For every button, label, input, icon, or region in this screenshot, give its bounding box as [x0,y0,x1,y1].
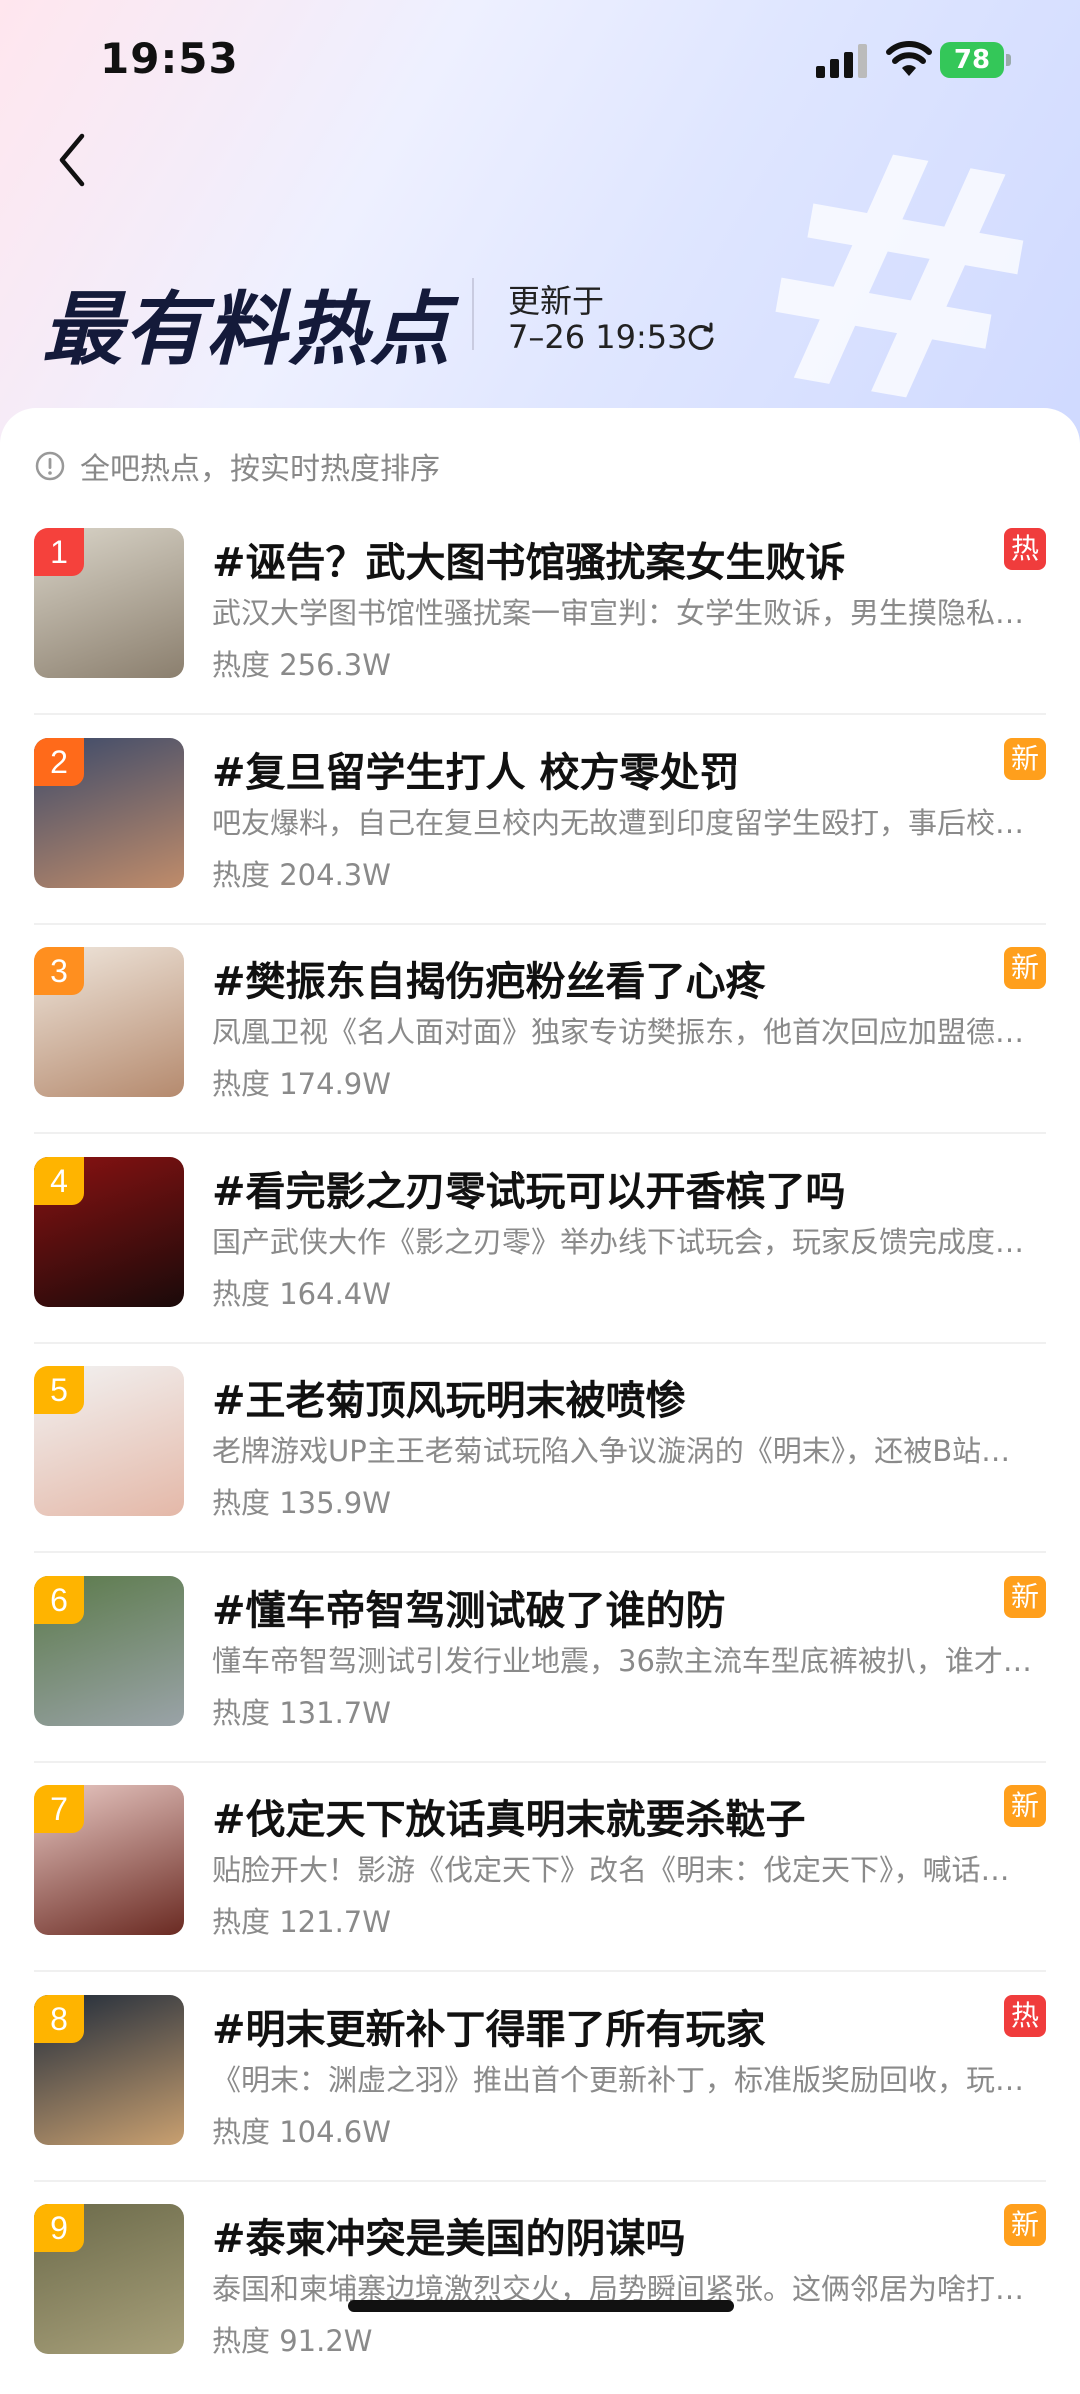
heat-value: 热度 91.2W [212,2324,373,2358]
item-title: #伐定天下放话真明末就要杀鞑子 [212,1797,806,1843]
info-circle-icon [35,451,65,481]
wifi-icon [886,41,932,76]
refresh-icon[interactable] [686,322,716,352]
item-divider [34,1551,1046,1553]
hot-badge: 热 [1004,528,1046,570]
info-row: 全吧热点，按实时热度排序 [34,444,440,488]
new-badge: 新 [1004,947,1046,989]
item-divider [34,922,1046,925]
item-divider [34,1341,1046,1344]
item-title: #樊振东自揭伤疤粉丝看了心疼 [212,959,766,1005]
thumbnail-image: 6 [34,1575,184,1726]
info-text: 全吧热点，按实时热度排序 [80,452,440,487]
battery-cap [1006,54,1011,66]
rank-badge: 1 [34,528,84,576]
list-item[interactable]: 4 #看完影之刃零试玩可以开香槟了吗国产武侠大作《影之刃零》举办线下试玩会，玩家反… [0,1137,1080,1347]
item-description: 懂车帝智驾测试引发行业地震，36款主流车型底裤被扒，谁才是真智驾… [212,1643,1032,1678]
update-label: 更新于 [508,282,605,320]
rank-badge: 5 [34,1366,84,1414]
rank-badge: 4 [34,1156,84,1205]
new-badge: 新 [1004,737,1046,780]
home-indicator[interactable] [348,2300,734,2312]
thumbnail-image: 1 [34,528,184,678]
cellular-signal-icon [816,44,867,78]
item-divider [34,713,1046,715]
list-item[interactable]: 7 #伐定天下放话真明末就要杀鞑子贴脸开大！影游《伐定天下》改名《明末：伐定天下》… [0,1765,1080,1975]
new-badge: 新 [1004,2204,1046,2246]
item-title: #看完影之刃零试玩可以开香槟了吗 [212,1168,846,1215]
status-bar: 19:53 78 [0,0,1080,120]
list-item[interactable]: 2 #复旦留学生打人 校方零处罚吧友爆料，自己在复旦校内无故遭到印度留学生殴打，事… [0,718,1080,928]
thumbnail-image: 4 [34,1156,184,1307]
hot-badge: 热 [1004,1994,1046,2037]
back-button[interactable] [50,128,94,192]
item-divider [34,1970,1046,1972]
item-title: #泰柬冲突是美国的阴谋吗 [212,2216,686,2262]
new-badge: 新 [1004,1575,1046,1618]
new-badge: 新 [1004,1785,1046,1827]
item-divider [34,1132,1046,1134]
title-divider [472,278,474,350]
item-title: #诬告？武大图书馆骚扰案女生败诉 [212,540,846,586]
status-time: 19:53 [100,34,239,83]
thumbnail-image: 3 [34,947,184,1097]
rank-badge: 8 [34,1994,84,2043]
item-title: #王老菊顶风玩明末被喷惨 [212,1378,686,1424]
thumbnail-image: 8 [34,1994,184,2145]
item-description: 贴脸开大！影游《伐定天下》改名《明末：伐定天下》，喊话真明末… [212,1853,1032,1887]
thumbnail-image: 2 [34,737,184,888]
list-item[interactable]: 6 #懂车帝智驾测试破了谁的防懂车帝智驾测试引发行业地震，36款主流车型底裤被扒，… [0,1556,1080,1766]
rank-badge: 6 [34,1575,84,1624]
list-item[interactable]: 1 #诬告？武大图书馆骚扰案女生败诉武汉大学图书馆性骚扰案一审宣判：女学生败诉，男… [0,508,1080,718]
page-title: 最有料热点 [42,283,452,376]
heat-value: 热度 204.3W [212,857,391,892]
item-description: 凤凰卫视《名人面对面》独家专访樊振东，他首次回应加盟德甲的原因… [212,1015,1032,1049]
rank-badge: 7 [34,1785,84,1833]
list-item[interactable]: 3 #樊振东自揭伤疤粉丝看了心疼凤凰卫视《名人面对面》独家专访樊振东，他首次回应加… [0,927,1080,1137]
rank-badge: 9 [34,2204,84,2252]
hash-decoration: # [729,67,1069,460]
item-title: #懂车帝智驾测试破了谁的防 [212,1587,726,1634]
item-description: 《明末：渊虚之羽》推出首个更新补丁，标准版奖励回收，玩家怒了… [212,2062,1032,2097]
rank-badge: 3 [34,947,84,995]
battery-level: 78 [940,42,1004,78]
thumbnail-image: 7 [34,1785,184,1935]
thumbnail-image: 9 [34,2204,184,2354]
heat-value: 热度 135.9W [212,1486,391,1520]
update-time: 7–26 19:53 [508,318,688,356]
item-title: #复旦留学生打人 校方零处罚 [212,749,740,796]
thumbnail-image: 5 [34,1366,184,1516]
list-item[interactable]: 8 #明末更新补丁得罪了所有玩家《明末：渊虚之羽》推出首个更新补丁，标准版奖励回收… [0,1975,1080,2185]
heat-value: 热度 121.7W [212,1905,391,1939]
heat-value: 热度 174.9W [212,1067,391,1101]
item-title: #明末更新补丁得罪了所有玩家 [212,2006,766,2053]
item-divider [34,1760,1046,1763]
list-item[interactable]: 5 #王老菊顶风玩明末被喷惨老牌游戏UP主王老菊试玩陷入争议漩涡的《明末》，还被B… [0,1346,1080,1556]
heat-value: 热度 131.7W [212,1695,391,1730]
hot-list-card: 全吧热点，按实时热度排序 1 #诬告？武大图书馆骚扰案女生败诉武汉大学图书馆性骚扰… [0,408,1080,2358]
heat-value: 热度 104.6W [212,2114,391,2149]
item-description: 老牌游戏UP主王老菊试玩陷入争议漩涡的《明末》，还被B站推上热门… [212,1434,1032,1468]
rank-badge: 2 [34,737,84,786]
item-description: 国产武侠大作《影之刃零》举办线下试玩会，玩家反馈完成度极高… [212,1224,1032,1259]
item-divider [34,2179,1046,2182]
list-item[interactable]: 9 #泰柬冲突是美国的阴谋吗 泰国和柬埔寨边境激烈交火，局势瞬间紧张。这俩邻居为啥打… [0,2184,1080,2394]
heat-value: 热度 256.3W [212,648,391,682]
item-description: 武汉大学图书馆性骚扰案一审宣判：女学生败诉，男生摸隐私部位证据不足… [212,596,1032,630]
item-description: 吧友爆料，自己在复旦校内无故遭到印度留学生殴打，事后校方却零处罚… [212,805,1032,840]
heat-value: 热度 164.4W [212,1276,391,1311]
